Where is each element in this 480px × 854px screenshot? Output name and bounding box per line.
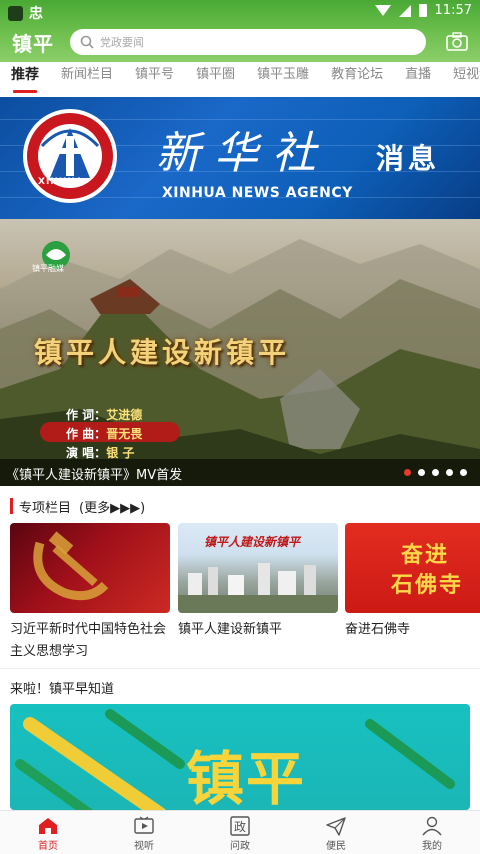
app-header: 忠 11:57 镇平: [0, 0, 480, 62]
news-section-title: 来啦！镇平早知道: [10, 682, 115, 697]
tab-news-columns[interactable]: 新闻栏目: [61, 62, 113, 96]
tab-live[interactable]: 直播: [405, 62, 431, 96]
signal-icon: [398, 4, 411, 17]
special-section-header: 专项栏目 (更多▶▶▶): [10, 496, 145, 516]
card-label: 镇平人建设新镇平: [178, 622, 283, 637]
credit-lyrics: 作 词：艾进德: [66, 408, 143, 422]
bottom-nav: 首页 视听 政 问政 便民 我的: [0, 810, 480, 854]
promo-title: 镇平: [186, 745, 307, 810]
search-icon: [80, 35, 94, 49]
home-icon: [39, 817, 57, 834]
divider: [0, 668, 480, 669]
tab-zhenping-account[interactable]: 镇平号: [135, 62, 174, 96]
card-image: 奋进 石佛寺: [345, 523, 480, 613]
wifi-icon: [374, 5, 391, 16]
special-card[interactable]: 镇平人建设新镇平 镇平人建设新镇平: [178, 523, 338, 641]
card-image-title-line1: 奋进: [401, 542, 450, 568]
category-tabs: 推荐 新闻栏目 镇平号 镇平圈 镇平玉雕 教育论坛 直播 短视频: [0, 62, 480, 96]
battery-icon: [418, 4, 427, 17]
user-icon: [422, 816, 442, 835]
special-cards-row: 习近平新时代中国特色社会主义思想学习 镇平人建设新镇平 镇平人建设新镇平 奋进 …: [10, 523, 480, 663]
tab-short-video[interactable]: 短视频: [453, 62, 480, 96]
send-icon: [326, 816, 346, 836]
special-card[interactable]: 奋进 石佛寺 奋进石佛寺: [345, 523, 480, 641]
status-app-indicator: 忠: [29, 6, 43, 22]
credit-music: 作 曲：晋无畏: [66, 427, 143, 441]
card-image: 镇平人建设新镇平: [178, 523, 338, 613]
carousel-dot[interactable]: [460, 469, 467, 476]
status-bar: 忠 11:57: [0, 0, 480, 22]
more-link[interactable]: (更多▶▶▶): [79, 497, 145, 516]
xinhua-banner[interactable]: XINHUA 新华社 消息 XINHUA NEWS AGENCY: [0, 97, 480, 219]
card-image: [10, 523, 170, 613]
tab-jade-carving[interactable]: 镇平玉雕: [257, 62, 309, 96]
mv-title: 镇平人建设新镇平: [34, 336, 291, 369]
nav-media[interactable]: 视听: [96, 811, 192, 854]
nav-services[interactable]: 便民: [288, 811, 384, 854]
carousel-dot[interactable]: [446, 469, 453, 476]
tab-zhenping-circle[interactable]: 镇平圈: [196, 62, 235, 96]
special-card[interactable]: 习近平新时代中国特色社会主义思想学习: [10, 523, 170, 663]
xinhua-title-en: XINHUA NEWS AGENCY: [162, 185, 353, 201]
tab-recommend[interactable]: 推荐: [11, 62, 39, 96]
app-logo: 镇平: [12, 32, 54, 56]
search-bar[interactable]: [70, 29, 426, 55]
xinhua-message: 消息: [376, 142, 441, 175]
nav-profile[interactable]: 我的: [384, 811, 480, 854]
news-promo-card[interactable]: 镇平: [10, 704, 470, 810]
notification-icon: [8, 5, 23, 21]
xinhua-emblem-text: XINHUA: [38, 177, 84, 187]
section-title: 专项栏目: [19, 500, 72, 516]
carousel-dot[interactable]: [418, 469, 425, 476]
card-label: 习近平新时代中国特色社会主义思想学习: [10, 622, 167, 659]
carousel-dot[interactable]: [404, 469, 411, 476]
carousel-indicator: [404, 469, 467, 476]
card-image-title: 镇平人建设新镇平: [204, 535, 301, 549]
carousel-dot[interactable]: [432, 469, 439, 476]
search-input[interactable]: [100, 35, 400, 49]
nav-politics[interactable]: 政 问政: [192, 811, 288, 854]
party-emblem-icon: [33, 531, 109, 601]
xinhua-emblem-icon: [23, 109, 117, 203]
status-time: 11:57: [434, 3, 472, 18]
svg-text:政: 政: [234, 820, 246, 834]
xinhua-title-cn: 新华社: [156, 128, 330, 179]
media-badge-text: 镇平融媒: [32, 264, 64, 273]
carousel-caption: 《镇平人建设新镇平》MV首发: [6, 468, 183, 483]
tab-education-forum[interactable]: 教育论坛: [331, 62, 383, 96]
play-icon: [134, 816, 154, 834]
nav-home[interactable]: 首页: [0, 811, 96, 854]
camera-icon[interactable]: [446, 32, 468, 52]
carousel-banner[interactable]: 镇平融媒 镇平人建设新镇平 作 词：艾进德 作 曲：晋无畏 演 唱：银 子 《镇…: [0, 219, 480, 486]
card-label: 奋进石佛寺: [345, 622, 411, 637]
politics-icon: 政: [230, 815, 250, 836]
carousel-caption-bar: 《镇平人建设新镇平》MV首发: [0, 459, 480, 486]
card-image-title-line2: 石佛寺: [391, 572, 464, 598]
